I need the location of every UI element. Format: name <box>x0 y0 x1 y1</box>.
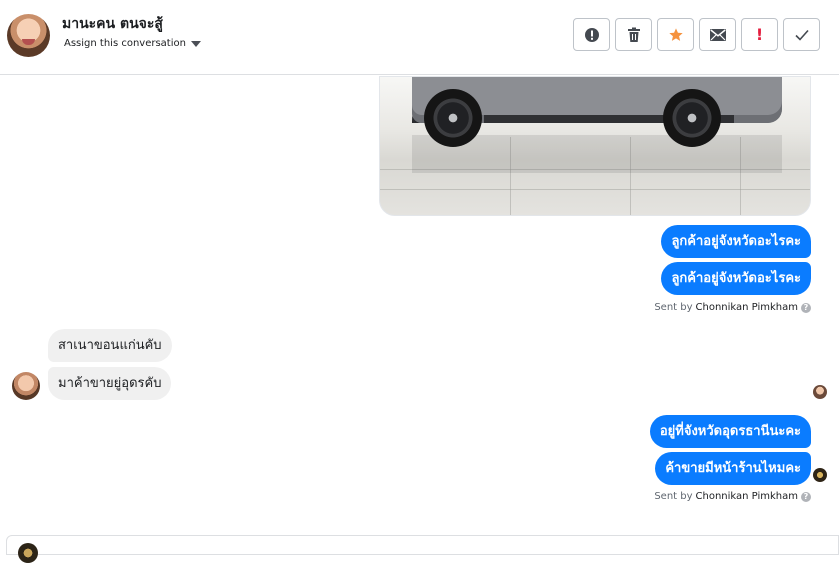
outgoing-message[interactable]: อยู่ที่จังหวัดอุดรธานีนะคะ <box>649 415 811 448</box>
sent-by-label: Sent by Chonnikan Pimkham ? <box>654 302 811 313</box>
sent-by-prefix: Sent by <box>654 491 693 502</box>
help-icon[interactable]: ? <box>801 302 811 313</box>
follow-up-icon: ! <box>755 25 764 44</box>
seen-avatar <box>813 385 827 399</box>
star-button[interactable] <box>657 18 694 51</box>
caret-down-icon <box>190 41 201 47</box>
conversation-header: มานะคน ตนจะสู้ Assign this conversation <box>0 0 839 75</box>
check-icon <box>794 29 809 41</box>
rear-wheel <box>663 89 721 147</box>
trash-icon <box>627 27 640 42</box>
help-icon[interactable]: ? <box>801 491 811 502</box>
sent-by-prefix: Sent by <box>654 302 693 313</box>
shared-photo[interactable] <box>379 76 811 216</box>
seen-avatar <box>813 468 827 482</box>
sent-by-label: Sent by Chonnikan Pimkham ? <box>654 491 811 502</box>
reply-composer[interactable] <box>6 535 839 555</box>
spam-icon <box>584 27 599 42</box>
sender-name[interactable]: Chonnikan Pimkham <box>696 491 798 502</box>
contact-avatar[interactable] <box>7 14 50 57</box>
page-avatar <box>18 543 38 563</box>
contact-name[interactable]: มานะคน ตนจะสู้ <box>62 13 163 35</box>
outgoing-message[interactable]: ลูกค้าอยู่จังหวัดอะไรคะ <box>661 225 811 258</box>
envelope-icon <box>709 28 726 41</box>
front-wheel <box>424 89 482 147</box>
follow-up-button[interactable]: ! <box>741 18 778 51</box>
incoming-message[interactable]: สาเนาขอนแก่นคับ <box>48 329 172 362</box>
outgoing-message[interactable]: ค้าขายมีหน้าร้านไหมคะ <box>655 452 811 485</box>
delete-button[interactable] <box>615 18 652 51</box>
sender-name[interactable]: Chonnikan Pimkham <box>696 302 798 313</box>
mark-done-button[interactable] <box>783 18 820 51</box>
assign-conversation-dropdown[interactable]: Assign this conversation <box>64 38 201 49</box>
outgoing-message[interactable]: ลูกค้าอยู่จังหวัดอะไรคะ <box>661 262 811 295</box>
mark-unread-button[interactable] <box>699 18 736 51</box>
incoming-message[interactable]: มาค้าขายยู่อุดรคับ <box>48 367 172 400</box>
toolbar: ! <box>573 18 820 51</box>
contact-avatar-small[interactable] <box>12 372 40 400</box>
assign-label: Assign this conversation <box>64 38 186 49</box>
star-icon <box>668 27 683 41</box>
mark-spam-button[interactable] <box>573 18 610 51</box>
